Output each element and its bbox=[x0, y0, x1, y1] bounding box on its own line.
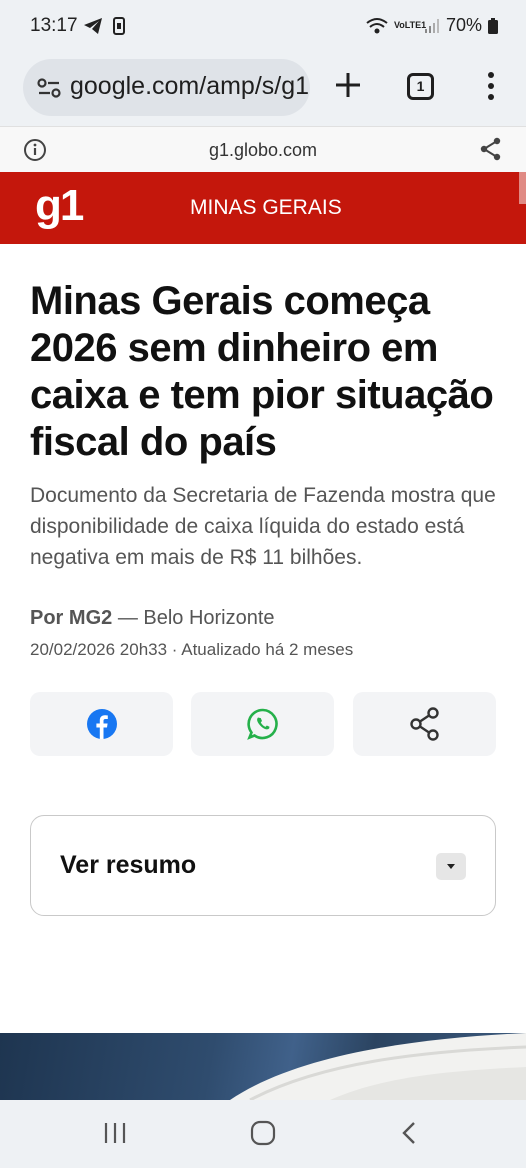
new-tab-button[interactable] bbox=[331, 68, 365, 102]
system-navigation-bar bbox=[0, 1100, 526, 1168]
wifi-icon bbox=[366, 17, 388, 33]
g1-logo[interactable]: g1 bbox=[35, 181, 84, 231]
tab-switcher-button[interactable]: 1 bbox=[407, 73, 434, 100]
hero-image-graphic bbox=[230, 1033, 526, 1100]
address-bar[interactable]: google.com/amp/s/g1.globo.com bbox=[23, 59, 310, 116]
chevron-down-icon bbox=[447, 863, 455, 869]
status-right-group: VoLTE1 70% bbox=[366, 15, 498, 36]
summary-expander[interactable]: Ver resumo bbox=[30, 815, 496, 916]
article-hero-image bbox=[0, 1033, 526, 1100]
share-generic-button[interactable] bbox=[353, 692, 496, 756]
share-whatsapp-button[interactable] bbox=[191, 692, 334, 756]
publish-date: 20/02/2026 20h33 · Atualizado há 2 meses bbox=[30, 640, 354, 659]
more-options-icon[interactable] bbox=[484, 70, 498, 102]
byline-author: MG2 bbox=[68, 607, 113, 629]
article-subheadline: Documento da Secretaria de Fazenda mostr… bbox=[30, 484, 496, 569]
amp-header: g1.globo.com bbox=[0, 126, 526, 172]
home-icon[interactable] bbox=[250, 1120, 276, 1146]
browser-toolbar: google.com/amp/s/g1.globo.com 1 bbox=[0, 56, 526, 126]
sim-card-icon bbox=[113, 17, 125, 35]
url-text[interactable]: google.com/amp/s/g1.globo.com bbox=[70, 72, 310, 101]
battery-percent: 70% bbox=[445, 15, 482, 35]
article-headline: Minas Gerais começa 2026 sem dinheiro em… bbox=[30, 279, 494, 464]
section-title[interactable]: MINAS GERAIS bbox=[190, 196, 342, 220]
back-icon[interactable] bbox=[400, 1120, 418, 1146]
byline-location: — Belo Horizonte bbox=[117, 607, 275, 629]
status-bar: 13:17 VoLTE1 70% bbox=[0, 0, 526, 56]
summary-toggle-button[interactable] bbox=[436, 853, 466, 880]
share-icon[interactable] bbox=[480, 137, 502, 161]
share-facebook-button[interactable] bbox=[30, 692, 173, 756]
share-icon bbox=[409, 707, 439, 741]
signal-icon bbox=[424, 18, 439, 33]
network-label: VoLTE1 bbox=[393, 20, 427, 30]
status-time: 13:17 bbox=[30, 15, 78, 36]
summary-label: Ver resumo bbox=[60, 851, 197, 879]
whatsapp-icon bbox=[246, 708, 278, 740]
byline: Por MG2 — Belo Horizonte bbox=[30, 607, 275, 630]
byline-prefix: Por bbox=[30, 607, 64, 629]
battery-icon bbox=[488, 17, 498, 34]
facebook-icon bbox=[86, 709, 117, 739]
telegram-icon bbox=[84, 18, 102, 34]
amp-domain[interactable]: g1.globo.com bbox=[0, 140, 526, 161]
recent-apps-icon[interactable] bbox=[103, 1120, 127, 1146]
status-notification-icons bbox=[83, 17, 125, 35]
scrollbar[interactable] bbox=[519, 172, 526, 204]
site-settings-icon[interactable] bbox=[37, 77, 61, 99]
site-header: g1 MINAS GERAIS bbox=[0, 172, 526, 244]
